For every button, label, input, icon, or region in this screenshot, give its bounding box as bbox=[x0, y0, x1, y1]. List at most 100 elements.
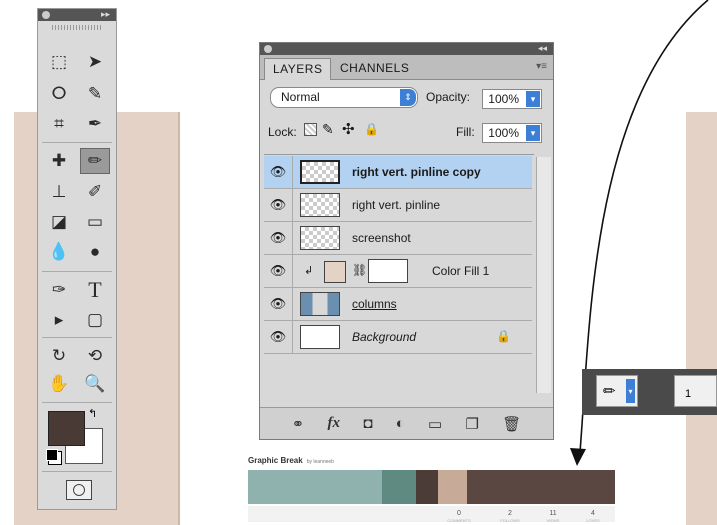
swap-colors-icon[interactable]: ↰ bbox=[88, 407, 97, 420]
healing-brush-icon[interactable]: ✚ bbox=[44, 148, 74, 174]
stat-label: VIEWS bbox=[546, 518, 560, 523]
eyedropper-icon[interactable]: ✒ bbox=[80, 111, 110, 137]
dodge-icon[interactable]: ● bbox=[80, 239, 110, 265]
new-group-icon[interactable]: ▭ bbox=[428, 415, 442, 433]
type-icon[interactable]: T bbox=[80, 277, 110, 303]
foreground-color-swatch[interactable] bbox=[48, 411, 85, 446]
chevron-down-icon[interactable]: ▾ bbox=[626, 379, 635, 403]
layer-name: right vert. pinline copy bbox=[352, 165, 481, 179]
lasso-icon[interactable]: ⵔ bbox=[44, 81, 74, 107]
path-select-icon[interactable]: ▸ bbox=[44, 307, 74, 333]
lock-label: Lock: bbox=[268, 125, 297, 139]
fill-value: 100% bbox=[488, 126, 519, 140]
layer-thumbnail bbox=[300, 226, 340, 250]
brush-options-bar: ✏ ▾ 1 bbox=[582, 369, 717, 415]
tab-layers[interactable]: LAYERS bbox=[264, 58, 332, 80]
quick-select-icon[interactable]: ✎ bbox=[80, 81, 110, 107]
history-brush-icon[interactable]: ✐ bbox=[80, 179, 110, 205]
add-mask-icon[interactable]: ◘ bbox=[363, 415, 372, 432]
hand-icon[interactable]: ✋ bbox=[44, 371, 74, 397]
stat-value: 2 bbox=[508, 510, 512, 517]
brush-icon: ✏ bbox=[603, 383, 616, 400]
close-icon[interactable] bbox=[42, 11, 50, 19]
tab-channels[interactable]: CHANNELS bbox=[332, 58, 417, 79]
gradient-icon[interactable]: ▭ bbox=[80, 209, 110, 235]
panel-menu-icon[interactable]: ▾≡ bbox=[536, 61, 547, 72]
new-layer-icon[interactable]: ❐ bbox=[466, 415, 479, 433]
brush-size-field[interactable]: 1 bbox=[674, 375, 717, 407]
rectangle-icon[interactable]: ▢ bbox=[80, 307, 110, 333]
quick-mask-icon[interactable] bbox=[66, 480, 92, 500]
layer-style-icon[interactable]: fx bbox=[328, 415, 341, 432]
blend-mode-select[interactable]: Normal ⇕ bbox=[270, 87, 418, 108]
default-colors-icon[interactable] bbox=[46, 449, 58, 461]
layers-scrollbar[interactable] bbox=[536, 157, 551, 393]
stat-label: LOVES bbox=[586, 518, 600, 523]
eye-icon[interactable]: 👁 bbox=[264, 189, 293, 221]
blur-icon[interactable]: 💧 bbox=[44, 239, 74, 265]
lock-transparent-icon[interactable] bbox=[304, 123, 317, 136]
layer-row[interactable]: 👁 screenshot bbox=[264, 222, 532, 255]
eraser-icon[interactable]: ◪ bbox=[44, 209, 74, 235]
move-icon[interactable]: ➤ bbox=[80, 49, 110, 75]
layer-name: Background bbox=[352, 330, 417, 344]
layer-mask-thumbnail[interactable] bbox=[368, 259, 408, 283]
clipping-arrow-icon: ↲ bbox=[304, 265, 314, 277]
layer-thumbnail bbox=[300, 325, 340, 349]
layer-thumbnail bbox=[300, 292, 340, 316]
marquee-icon[interactable]: ⬚ bbox=[44, 49, 74, 75]
collapse-icon[interactable]: ▸▸ bbox=[101, 9, 110, 20]
tools-panel-header[interactable]: ▸▸ bbox=[38, 9, 116, 21]
stat-value: 0 bbox=[457, 510, 461, 517]
fill-color-swatch[interactable] bbox=[324, 261, 346, 283]
brush-size-value: 1 bbox=[685, 388, 692, 400]
close-icon[interactable] bbox=[264, 45, 272, 53]
layers-panel-header[interactable]: ◂◂ bbox=[260, 43, 553, 55]
panel-grip[interactable] bbox=[52, 25, 102, 30]
palette-title-text: Graphic Break bbox=[248, 456, 303, 465]
layer-row[interactable]: 👁 right vert. pinline copy bbox=[264, 156, 532, 189]
3d-orbit-icon[interactable]: ⟲ bbox=[80, 343, 110, 369]
eye-icon[interactable]: 👁 bbox=[264, 222, 293, 254]
brush-icon[interactable]: ✏ bbox=[80, 148, 110, 174]
collapse-icon[interactable]: ◂◂ bbox=[538, 43, 547, 54]
eye-icon[interactable]: 👁 bbox=[264, 321, 293, 353]
layer-row[interactable]: 👁 columns bbox=[264, 288, 532, 321]
link-icon[interactable]: ⛓ bbox=[352, 263, 367, 277]
palette-author[interactable]: by leanneeb bbox=[307, 459, 334, 465]
eye-icon[interactable]: 👁 bbox=[264, 255, 293, 287]
fill-label: Fill: bbox=[456, 125, 475, 139]
link-layers-icon[interactable]: ⚭ bbox=[292, 415, 305, 433]
palette-swatches[interactable] bbox=[248, 470, 615, 504]
layer-row[interactable]: 👁 ↲ ⛓ Color Fill 1 bbox=[264, 255, 532, 288]
layer-row[interactable]: 👁 right vert. pinline bbox=[264, 189, 532, 222]
palette-title[interactable]: Graphic Break by leanneeb bbox=[248, 456, 615, 465]
3d-rotate-icon[interactable]: ↻ bbox=[44, 343, 74, 369]
stat-views: 11 VIEWS bbox=[538, 510, 568, 524]
trash-icon[interactable]: 🗑 bbox=[502, 415, 521, 433]
lock-position-icon[interactable]: ✣ bbox=[342, 120, 355, 138]
swatch bbox=[438, 470, 467, 504]
lock-icon: 🔒 bbox=[496, 329, 511, 343]
opacity-field[interactable]: 100% ▾ bbox=[482, 89, 542, 109]
lock-pixels-icon[interactable]: ✎ bbox=[322, 121, 334, 138]
brush-preset-picker[interactable]: ✏ ▾ bbox=[596, 375, 638, 407]
layer-row[interactable]: 👁 Background 🔒 bbox=[264, 321, 532, 354]
stat-follows: 2 FOLLOWS bbox=[495, 510, 525, 524]
stat-value: 4 bbox=[591, 510, 595, 517]
pen-icon[interactable]: ✑ bbox=[44, 277, 74, 303]
stamp-icon[interactable]: ⊥ bbox=[44, 179, 74, 205]
tools-panel: ▸▸ ⬚ ➤ ⵔ ✎ ⌗ ✒ ✚ ✏ ⊥ ✐ ◪ ▭ 💧 ● ✑ T ▸ ▢ ↻… bbox=[37, 8, 117, 510]
eye-icon[interactable]: 👁 bbox=[264, 156, 293, 188]
graphic-break-card: Graphic Break by leanneeb 0 COMMENTS 2 FO… bbox=[248, 456, 615, 524]
zoom-icon[interactable]: 🔍 bbox=[80, 371, 110, 397]
layer-name: right vert. pinline bbox=[352, 198, 441, 212]
lock-all-icon[interactable]: 🔒 bbox=[364, 122, 379, 136]
adjustment-layer-icon[interactable]: ◐ bbox=[396, 415, 405, 432]
fill-field[interactable]: 100% ▾ bbox=[482, 123, 542, 143]
eye-icon[interactable]: 👁 bbox=[264, 288, 293, 320]
chevron-down-icon[interactable]: ▾ bbox=[526, 125, 540, 141]
crop-icon[interactable]: ⌗ bbox=[44, 111, 74, 137]
layer-thumbnail bbox=[300, 193, 340, 217]
chevron-down-icon[interactable]: ▾ bbox=[526, 91, 540, 107]
